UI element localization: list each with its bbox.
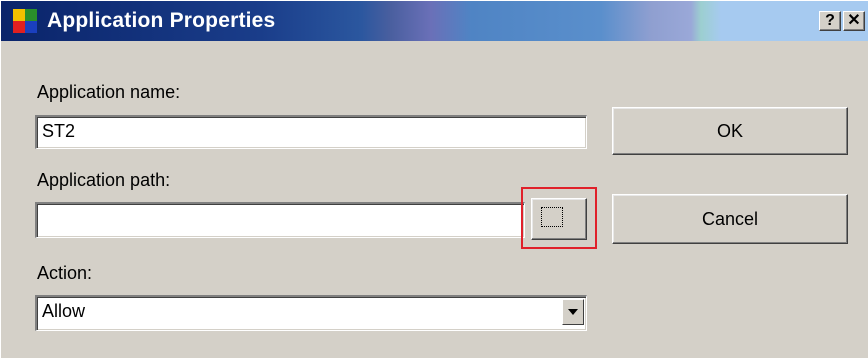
application-path-label: Application path: [37,170,171,190]
close-icon: ✕ [847,12,861,29]
title-bar[interactable]: Application Properties ? ✕ [1,1,868,41]
window-title: Application Properties [47,9,276,32]
chevron-down-icon[interactable] [562,299,584,325]
application-path-input[interactable] [35,202,525,238]
action-select[interactable]: Allow [35,295,587,331]
browse-button-highlight [521,187,597,249]
application-name-input[interactable]: ST2 [35,115,587,149]
application-properties-dialog: Application Properties ? ✕ Application n… [0,0,868,358]
action-selected-value: Allow [42,301,86,321]
ok-button[interactable]: OK [612,107,848,155]
help-button[interactable]: ? [819,11,841,31]
close-button[interactable]: ✕ [843,11,865,31]
action-label: Action: [37,263,93,283]
cancel-button[interactable]: Cancel [612,194,848,244]
application-name-label: Application name: [37,82,181,102]
application-icon [13,9,37,33]
